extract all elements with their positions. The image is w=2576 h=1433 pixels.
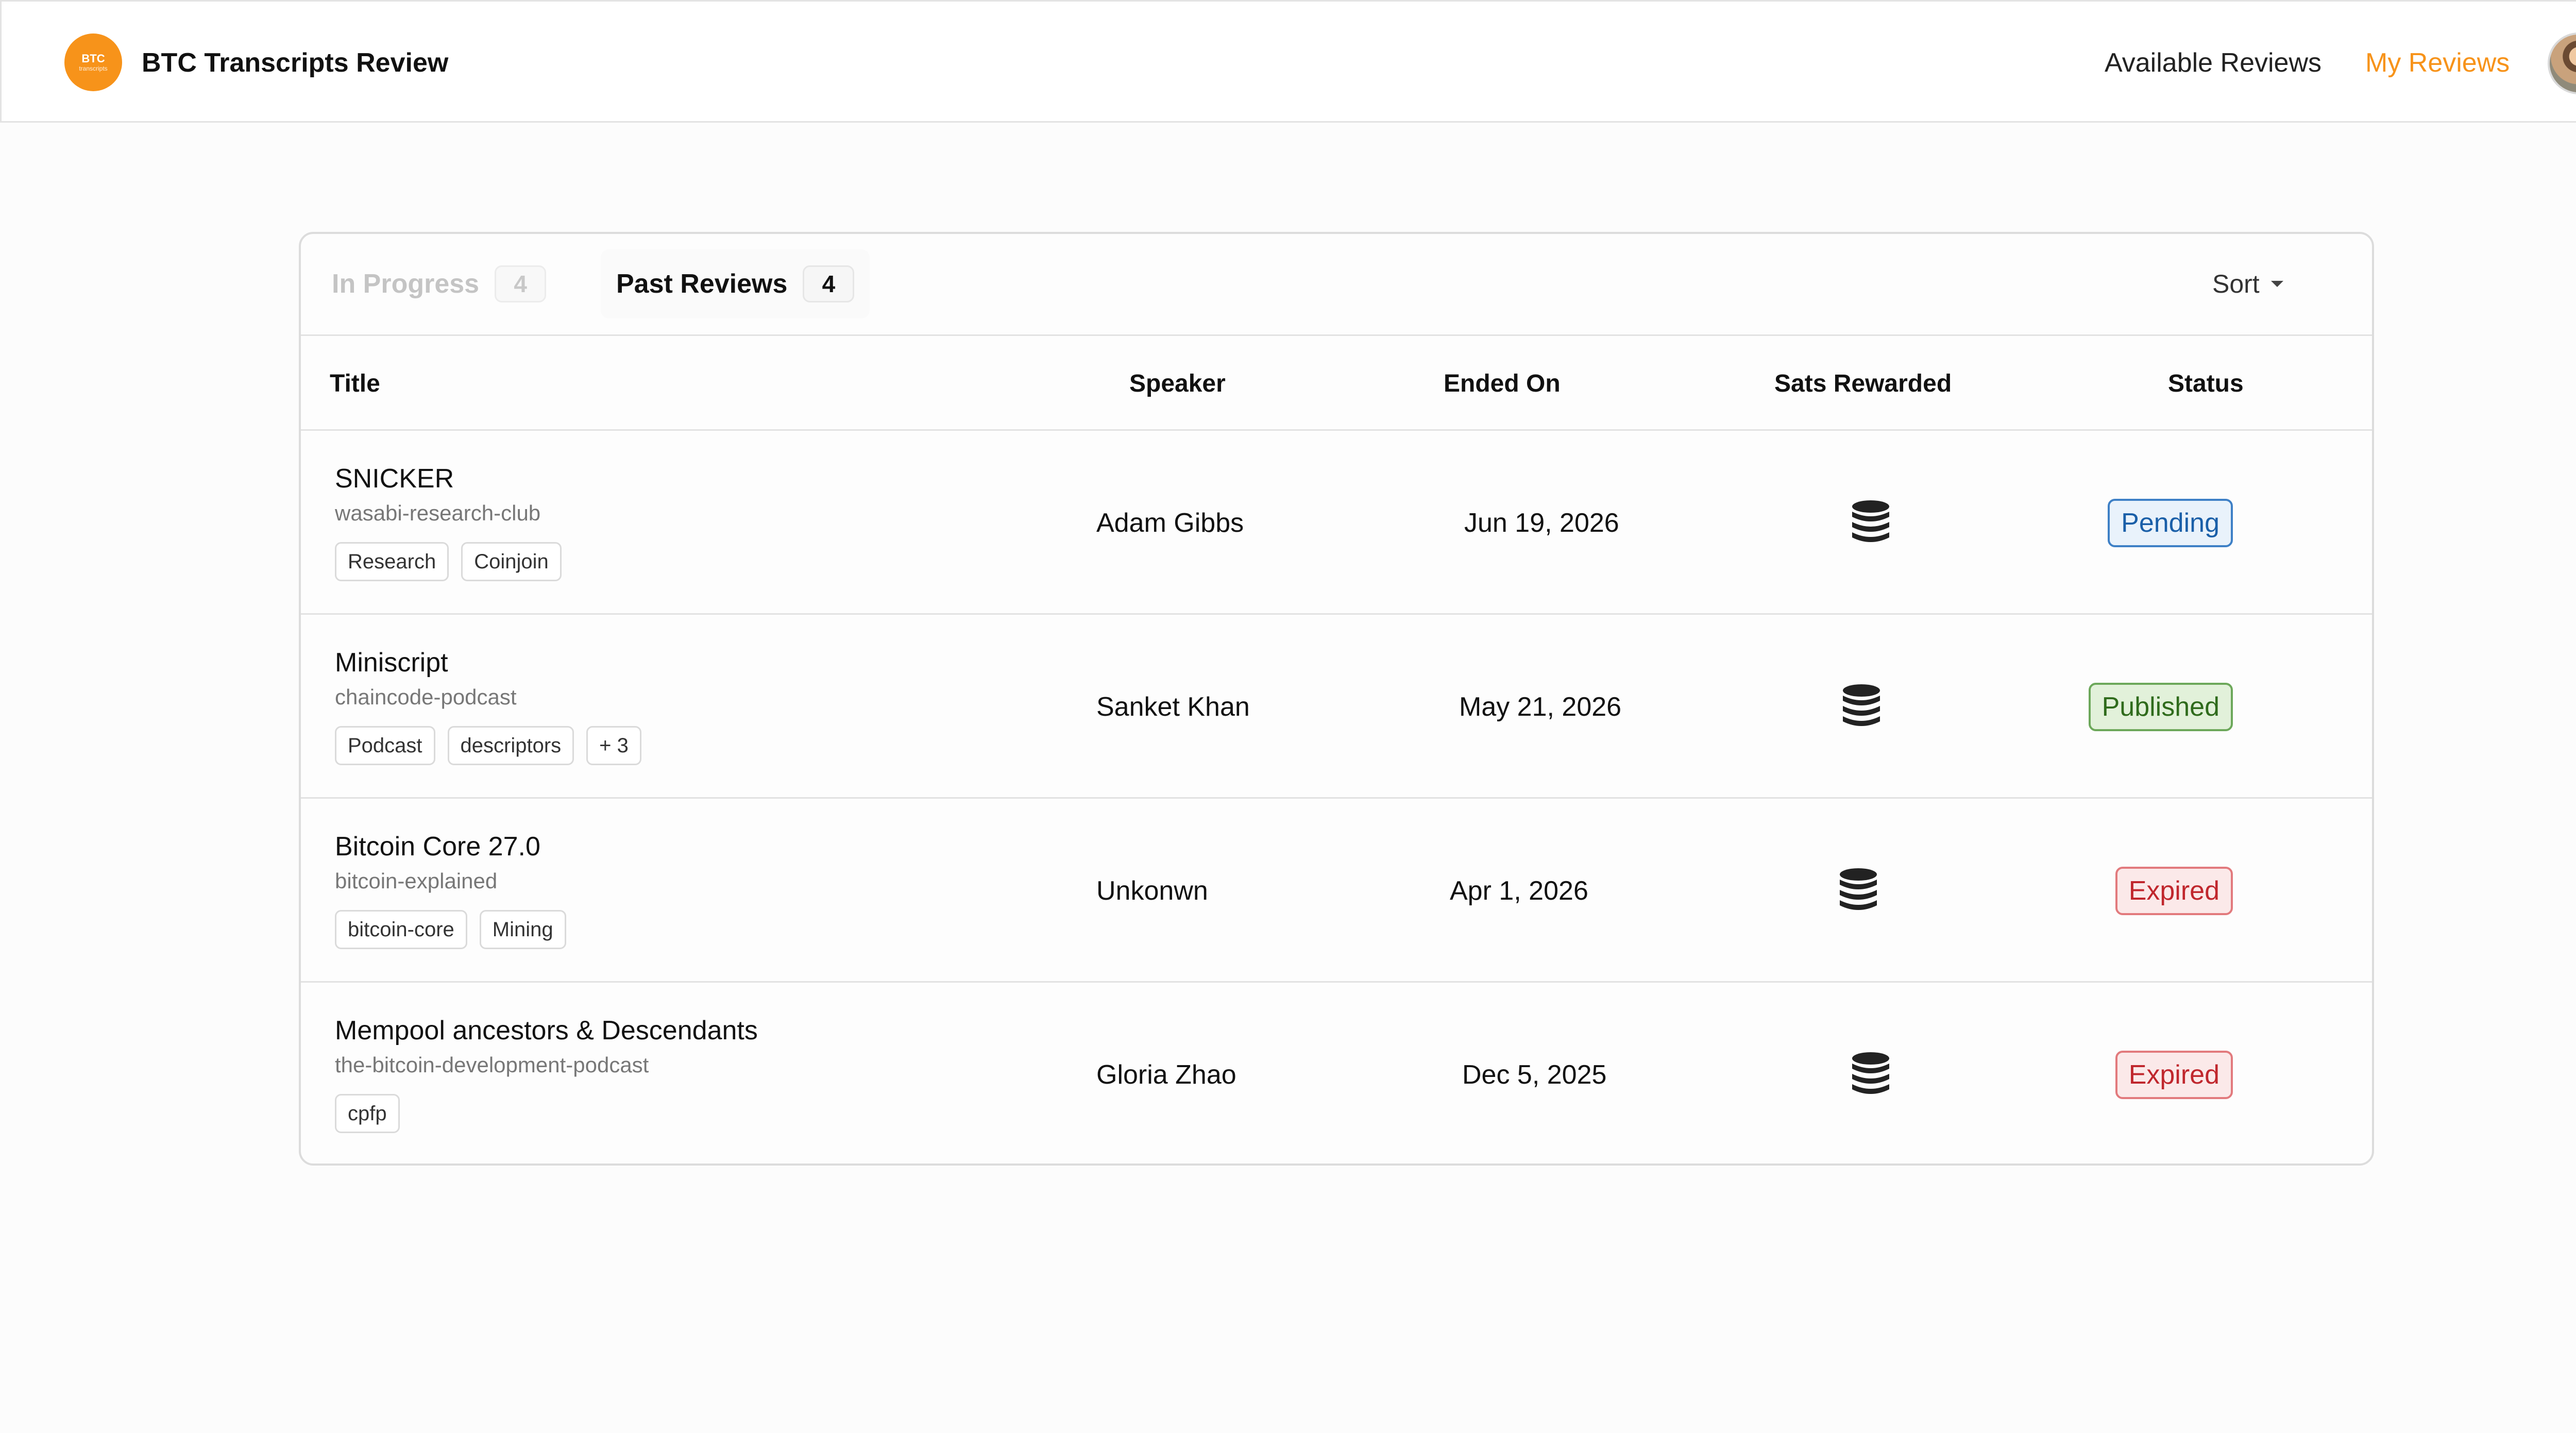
logo-text-btc: BTC xyxy=(81,52,105,65)
coin-stack-icon xyxy=(1852,1052,1889,1094)
tag-chip[interactable]: Research xyxy=(335,542,449,581)
tag-chip[interactable]: Podcast xyxy=(335,726,435,765)
top-nav-bar: BTC transcripts BTC Transcripts Review A… xyxy=(0,0,2576,123)
coin-stack-icon xyxy=(1840,868,1877,910)
tab-label: Past Reviews xyxy=(616,269,788,299)
tab-count-badge: 4 xyxy=(495,265,547,302)
nav-link-my-reviews[interactable]: My Reviews xyxy=(2365,47,2510,79)
logo-text-transcripts: transcripts xyxy=(79,65,108,72)
row-speaker: Unkonwn xyxy=(1096,875,1208,906)
column-header-sats-rewarded: Sats Rewarded xyxy=(1774,369,1952,397)
nav-link-available-reviews[interactable]: Available Reviews xyxy=(2105,47,2321,79)
row-tags: cpfp xyxy=(335,1094,400,1133)
row-channel: chaincode-podcast xyxy=(335,685,517,709)
row-channel: bitcoin-explained xyxy=(335,869,498,893)
row-sats-rewarded xyxy=(1851,431,1891,615)
app-title[interactable]: BTC Transcripts Review xyxy=(142,47,448,79)
row-title[interactable]: Miniscript xyxy=(335,647,448,679)
btc-transcripts-logo[interactable]: BTC transcripts xyxy=(64,33,122,91)
table-header-row: Title Speaker Ended On Sats Rewarded Sta… xyxy=(301,336,2372,431)
row-tags: bitcoin-core Mining xyxy=(335,910,566,949)
row-status: Published xyxy=(2088,615,2233,799)
row-status: Pending xyxy=(2108,431,2233,615)
tag-chip[interactable]: descriptors xyxy=(447,726,574,765)
row-channel: the-bitcoin-development-podcast xyxy=(335,1053,649,1077)
column-header-ended-on: Ended On xyxy=(1444,369,1561,397)
tab-label: In Progress xyxy=(332,269,480,299)
status-badge: Pending xyxy=(2108,498,2233,547)
row-title[interactable]: Mempool ancestors & Descendants xyxy=(335,1015,758,1047)
row-ended-on: Jun 19, 2026 xyxy=(1464,508,1619,538)
coin-stack-icon xyxy=(1852,500,1889,542)
row-ended-on: May 21, 2026 xyxy=(1459,692,1622,722)
row-status: Expired xyxy=(2115,983,2233,1164)
row-tags: Research Coinjoin xyxy=(335,542,562,581)
tag-chip[interactable]: Mining xyxy=(479,910,566,949)
coin-stack-icon xyxy=(1843,684,1880,726)
row-sats-rewarded xyxy=(1838,799,1878,983)
row-speaker: Gloria Zhao xyxy=(1096,1059,1236,1090)
row-sats-rewarded xyxy=(1851,983,1891,1164)
tab-in-progress[interactable]: In Progress 4 xyxy=(316,249,562,318)
tab-past-reviews[interactable]: Past Reviews 4 xyxy=(601,249,870,318)
row-sats-rewarded xyxy=(1841,615,1882,799)
status-badge: Expired xyxy=(2115,866,2233,915)
tab-count-badge: 4 xyxy=(803,265,855,302)
status-badge: Expired xyxy=(2115,1050,2233,1099)
reviews-table-card: In Progress 4 Past Reviews 4 Sort Title … xyxy=(299,232,2374,1166)
table-row[interactable]: Bitcoin Core 27.0 bitcoin-explained bitc… xyxy=(301,799,2372,983)
row-tags: Podcast descriptors + 3 xyxy=(335,726,641,765)
tag-chip[interactable]: Coinjoin xyxy=(461,542,562,581)
row-title[interactable]: Bitcoin Core 27.0 xyxy=(335,831,540,863)
tag-chip[interactable]: bitcoin-core xyxy=(335,910,467,949)
table-row[interactable]: Mempool ancestors & Descendants the-bitc… xyxy=(301,983,2372,1164)
caret-down-icon xyxy=(2270,281,2283,287)
row-title[interactable]: SNICKER xyxy=(335,463,454,495)
row-speaker: Adam Gibbs xyxy=(1096,508,1244,538)
column-header-title: Title xyxy=(330,369,380,397)
row-ended-on: Apr 1, 2026 xyxy=(1450,875,1588,906)
row-channel: wasabi-research-club xyxy=(335,501,541,525)
sort-label: Sort xyxy=(2212,269,2260,298)
more-tags-chip[interactable]: + 3 xyxy=(586,726,641,765)
column-header-status: Status xyxy=(2168,369,2244,397)
user-avatar[interactable] xyxy=(2548,32,2576,94)
tag-chip[interactable]: cpfp xyxy=(335,1094,400,1133)
table-row[interactable]: SNICKER wasabi-research-club Research Co… xyxy=(301,431,2372,615)
tabs-bar: In Progress 4 Past Reviews 4 Sort xyxy=(301,234,2372,336)
status-badge: Published xyxy=(2088,682,2233,731)
row-speaker: Sanket Khan xyxy=(1096,692,1250,722)
table-row[interactable]: Miniscript chaincode-podcast Podcast des… xyxy=(301,615,2372,799)
sort-dropdown[interactable]: Sort xyxy=(2212,266,2283,302)
column-header-speaker: Speaker xyxy=(1129,369,1226,397)
row-ended-on: Dec 5, 2025 xyxy=(1462,1059,1607,1090)
row-status: Expired xyxy=(2115,799,2233,983)
